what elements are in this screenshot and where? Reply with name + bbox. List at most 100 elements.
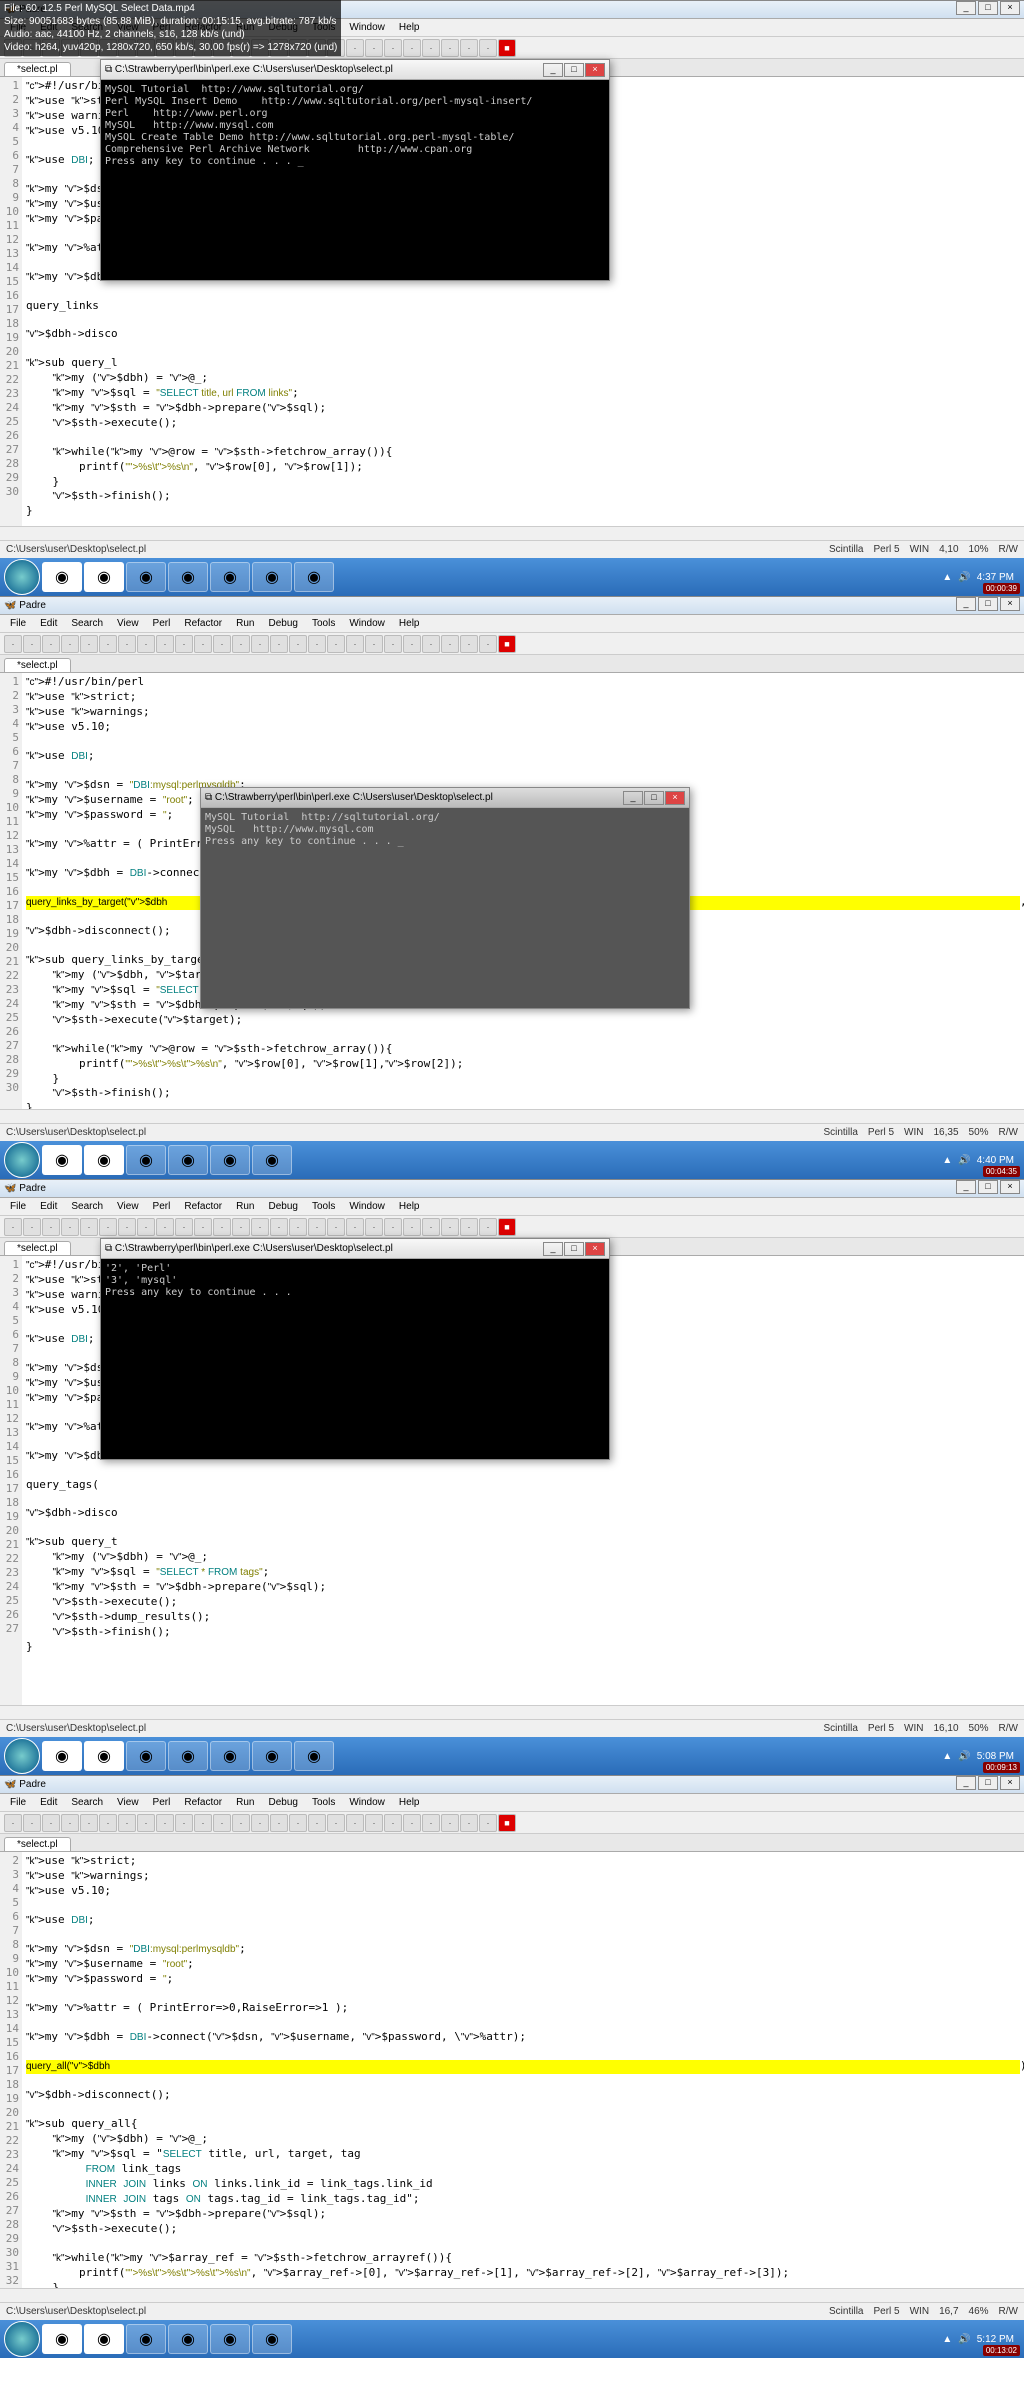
max-button[interactable]: □: [978, 1180, 998, 1194]
menu-search[interactable]: Search: [65, 618, 109, 629]
toolbar-btn[interactable]: ·: [460, 635, 478, 653]
toolbar-btn[interactable]: ·: [460, 1218, 478, 1236]
taskbar-vs-icon[interactable]: ◉: [210, 1741, 250, 1771]
menu-edit[interactable]: Edit: [34, 1201, 63, 1212]
menu-window[interactable]: Window: [343, 1797, 391, 1808]
taskbar-vs-icon[interactable]: ◉: [168, 562, 208, 592]
stop-button[interactable]: ■: [498, 39, 516, 57]
toolbar-btn[interactable]: ·: [479, 1814, 497, 1832]
editor[interactable]: 2345678910111213141516171819202122232425…: [0, 1852, 1024, 2358]
maximize-button[interactable]: □: [644, 791, 664, 805]
min-button[interactable]: _: [956, 1776, 976, 1790]
taskbar-clock[interactable]: 5:08 PM: [977, 1751, 1014, 1762]
toolbar-btn[interactable]: ·: [365, 1218, 383, 1236]
start-button[interactable]: [4, 1738, 40, 1774]
toolbar-btn[interactable]: ·: [213, 1218, 231, 1236]
toolbar-btn[interactable]: ·: [422, 1814, 440, 1832]
toolbar-btn[interactable]: ·: [99, 635, 117, 653]
toolbar-btn[interactable]: ·: [422, 1218, 440, 1236]
console-titlebar[interactable]: ⧉ C:\Strawberry\perl\bin\perl.exe C:\Use…: [101, 60, 609, 80]
toolbar-btn[interactable]: ·: [23, 1814, 41, 1832]
toolbar-btn[interactable]: ·: [137, 635, 155, 653]
menu-debug[interactable]: Debug: [263, 1201, 304, 1212]
toolbar-btn[interactable]: ·: [460, 39, 478, 57]
console-window[interactable]: ⧉ C:\Strawberry\perl\bin\perl.exe C:\Use…: [100, 1238, 610, 1460]
taskbar-chrome-icon[interactable]: ◉: [42, 1145, 82, 1175]
menu-window[interactable]: Window: [343, 1201, 391, 1212]
toolbar-btn[interactable]: ·: [384, 39, 402, 57]
system-tray[interactable]: ▲ 🔊 4:37 PM: [942, 572, 1020, 583]
menu-run[interactable]: Run: [230, 1797, 260, 1808]
menu-perl[interactable]: Perl: [147, 1797, 177, 1808]
toolbar-btn[interactable]: ·: [232, 1218, 250, 1236]
toolbar-btn[interactable]: ·: [346, 635, 364, 653]
taskbar-cmd-icon[interactable]: ◉: [294, 1741, 334, 1771]
taskbar-clock[interactable]: 4:37 PM: [977, 572, 1014, 583]
toolbar-btn[interactable]: ·: [441, 39, 459, 57]
toolbar-btn[interactable]: ·: [251, 635, 269, 653]
taskbar-vs-icon[interactable]: ◉: [168, 1741, 208, 1771]
toolbar-btn[interactable]: ·: [308, 1218, 326, 1236]
taskbar-opera-icon[interactable]: ◉: [84, 1145, 124, 1175]
toolbar-btn[interactable]: ·: [156, 1814, 174, 1832]
menu-help[interactable]: Help: [393, 22, 426, 33]
tray-icon[interactable]: ▲: [942, 572, 952, 583]
toolbar-btn[interactable]: ·: [137, 1814, 155, 1832]
toolbar-btn[interactable]: ·: [327, 1814, 345, 1832]
menu-tools[interactable]: Tools: [306, 1797, 341, 1808]
window-titlebar[interactable]: 🦋 Padre _□×: [0, 1180, 1024, 1198]
menu-help[interactable]: Help: [393, 1797, 426, 1808]
toolbar-btn[interactable]: ·: [441, 1218, 459, 1236]
console-window[interactable]: ⧉ C:\Strawberry\perl\bin\perl.exe C:\Use…: [100, 59, 610, 281]
toolbar-btn[interactable]: ·: [289, 635, 307, 653]
taskbar-vs-icon[interactable]: ◉: [210, 562, 250, 592]
horizontal-scrollbar[interactable]: [0, 526, 1024, 540]
start-button[interactable]: [4, 559, 40, 595]
close-button[interactable]: ×: [1000, 1180, 1020, 1194]
toolbar-btn[interactable]: ·: [251, 1814, 269, 1832]
toolbar-btn[interactable]: ·: [42, 1814, 60, 1832]
menu-refactor[interactable]: Refactor: [178, 1201, 228, 1212]
minimize-button[interactable]: _: [543, 63, 563, 77]
toolbar-btn[interactable]: ·: [42, 1218, 60, 1236]
taskbar-vs-icon[interactable]: ◉: [210, 1145, 250, 1175]
minimize-button[interactable]: _: [623, 791, 643, 805]
taskbar-fly-icon[interactable]: ◉: [252, 1145, 292, 1175]
menu-perl[interactable]: Perl: [147, 1201, 177, 1212]
toolbar-btn[interactable]: ·: [441, 635, 459, 653]
toolbar-btn[interactable]: ·: [213, 1814, 231, 1832]
menu-view[interactable]: View: [111, 1201, 145, 1212]
toolbar-btn[interactable]: ·: [422, 635, 440, 653]
toolbar-btn[interactable]: ·: [403, 635, 421, 653]
tray-icon[interactable]: 🔊: [958, 572, 970, 583]
console-titlebar[interactable]: ⧉ C:\Strawberry\perl\bin\perl.exe C:\Use…: [101, 1239, 609, 1259]
toolbar-btn[interactable]: ·: [422, 39, 440, 57]
menu-file[interactable]: File: [4, 1201, 32, 1212]
menu-debug[interactable]: Debug: [263, 618, 304, 629]
tray-icon[interactable]: ▲: [942, 1751, 952, 1762]
toolbar-btn[interactable]: ·: [232, 635, 250, 653]
toolbar-btn[interactable]: ·: [403, 39, 421, 57]
taskbar-opera-icon[interactable]: ◉: [84, 2324, 124, 2354]
toolbar-btn[interactable]: ·: [80, 635, 98, 653]
taskbar-chrome-icon[interactable]: ◉: [42, 1741, 82, 1771]
toolbar-btn[interactable]: ·: [99, 1814, 117, 1832]
toolbar-btn[interactable]: ·: [251, 1218, 269, 1236]
horizontal-scrollbar[interactable]: [0, 1705, 1024, 1719]
toolbar-btn[interactable]: ·: [80, 1814, 98, 1832]
taskbar-vs-icon[interactable]: ◉: [210, 2324, 250, 2354]
menu-help[interactable]: Help: [393, 618, 426, 629]
menu-tools[interactable]: Tools: [306, 1201, 341, 1212]
toolbar-btn[interactable]: ·: [441, 1814, 459, 1832]
taskbar-cmd-icon[interactable]: ◉: [294, 562, 334, 592]
menu-search[interactable]: Search: [65, 1797, 109, 1808]
menu-search[interactable]: Search: [65, 1201, 109, 1212]
horizontal-scrollbar[interactable]: [0, 1109, 1024, 1123]
toolbar-btn[interactable]: ·: [289, 1218, 307, 1236]
start-button[interactable]: [4, 2321, 40, 2357]
tray-icon[interactable]: ▲: [942, 2334, 952, 2345]
system-tray[interactable]: ▲ 🔊 5:12 PM: [942, 2334, 1020, 2345]
minimize-button[interactable]: _: [543, 1242, 563, 1256]
console-window[interactable]: ⧉ C:\Strawberry\perl\bin\perl.exe C:\Use…: [200, 787, 690, 1009]
taskbar-chrome-icon[interactable]: ◉: [42, 2324, 82, 2354]
